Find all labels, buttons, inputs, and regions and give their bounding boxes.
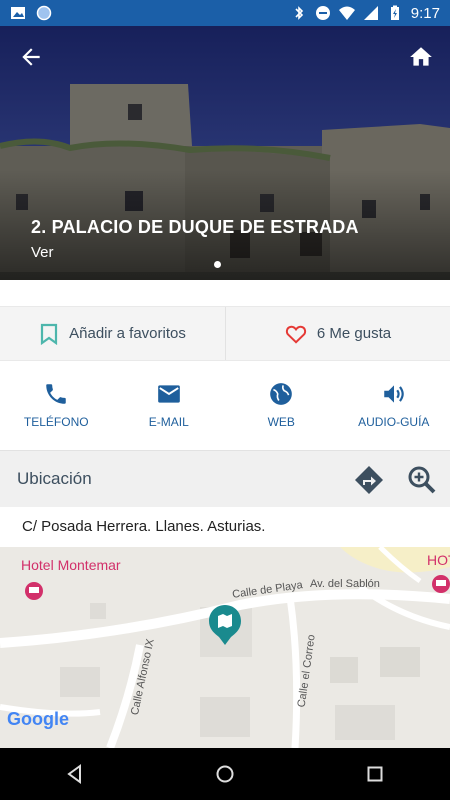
likes-label: 6 Me gusta: [316, 325, 392, 342]
battery-charging-icon: [390, 5, 399, 20]
view-link[interactable]: Ver: [31, 244, 54, 261]
back-triangle-icon[interactable]: [64, 763, 86, 785]
signal-icon: [363, 6, 378, 20]
status-bar: 9:17: [0, 0, 450, 26]
email-label: E-MAIL: [148, 415, 189, 429]
web-label: WEB: [267, 415, 295, 429]
bluetooth-icon: [295, 6, 303, 20]
volume-icon: [384, 385, 404, 403]
home-circle-icon[interactable]: [214, 763, 236, 785]
poi-hotel-right[interactable]: HOT: [427, 552, 450, 568]
do-not-disturb-icon: [315, 6, 330, 20]
web-button[interactable]: WEB: [225, 361, 338, 449]
clock: 9:17: [410, 4, 440, 22]
globe-notification-icon: [36, 5, 52, 21]
phone-label: TELÉFONO: [23, 415, 89, 429]
home-icon[interactable]: [408, 44, 434, 70]
location-title: Ubicación: [17, 469, 92, 488]
system-nav-bar: [0, 748, 450, 800]
spacer: [0, 280, 450, 306]
location-header: Ubicación: [0, 450, 450, 507]
audio-guide-button[interactable]: AUDIO-GUÍA: [338, 361, 450, 449]
heart-icon: [285, 325, 306, 344]
globe-icon: [270, 383, 293, 405]
image-icon: [11, 7, 25, 19]
like-button[interactable]: 6 Me gusta: [225, 307, 450, 360]
contact-row: TELÉFONO E-MAIL WEB AUDIO-GUÍA: [0, 361, 450, 449]
email-icon: [157, 385, 180, 403]
audio-guide-label: AUDIO-GUÍA: [358, 415, 430, 429]
hero-image[interactable]: 2. PALACIO DE DUQUE DE ESTRADA Ver: [0, 26, 450, 280]
google-logo: Google: [7, 709, 69, 729]
pager-dot: [214, 261, 221, 268]
phone-icon: [46, 384, 66, 404]
add-favorites-button[interactable]: Añadir a favoritos: [0, 307, 225, 360]
wifi-icon: [338, 6, 355, 20]
map-view[interactable]: Hotel Montemar HOT Calle de Playa Av. de…: [0, 547, 450, 748]
phone-button[interactable]: TELÉFONO: [0, 361, 113, 449]
arrow-left-icon[interactable]: [18, 44, 44, 70]
address-text: C/ Posada Herrera. Llanes. Asturias.: [0, 507, 450, 547]
place-title: 2. PALACIO DE DUQUE DE ESTRADA: [31, 217, 359, 237]
poi-hotel-montemar[interactable]: Hotel Montemar: [21, 557, 121, 573]
bookmark-icon: [41, 323, 58, 345]
email-button[interactable]: E-MAIL: [113, 361, 226, 449]
favorites-label: Añadir a favoritos: [69, 325, 186, 342]
zoom-in-icon[interactable]: [406, 464, 438, 496]
directions-icon[interactable]: [354, 465, 384, 495]
street-av-del-sablon: Av. del Sablón: [310, 578, 380, 590]
recents-square-icon[interactable]: [364, 763, 386, 785]
actions-row: Añadir a favoritos 6 Me gusta: [0, 306, 450, 361]
